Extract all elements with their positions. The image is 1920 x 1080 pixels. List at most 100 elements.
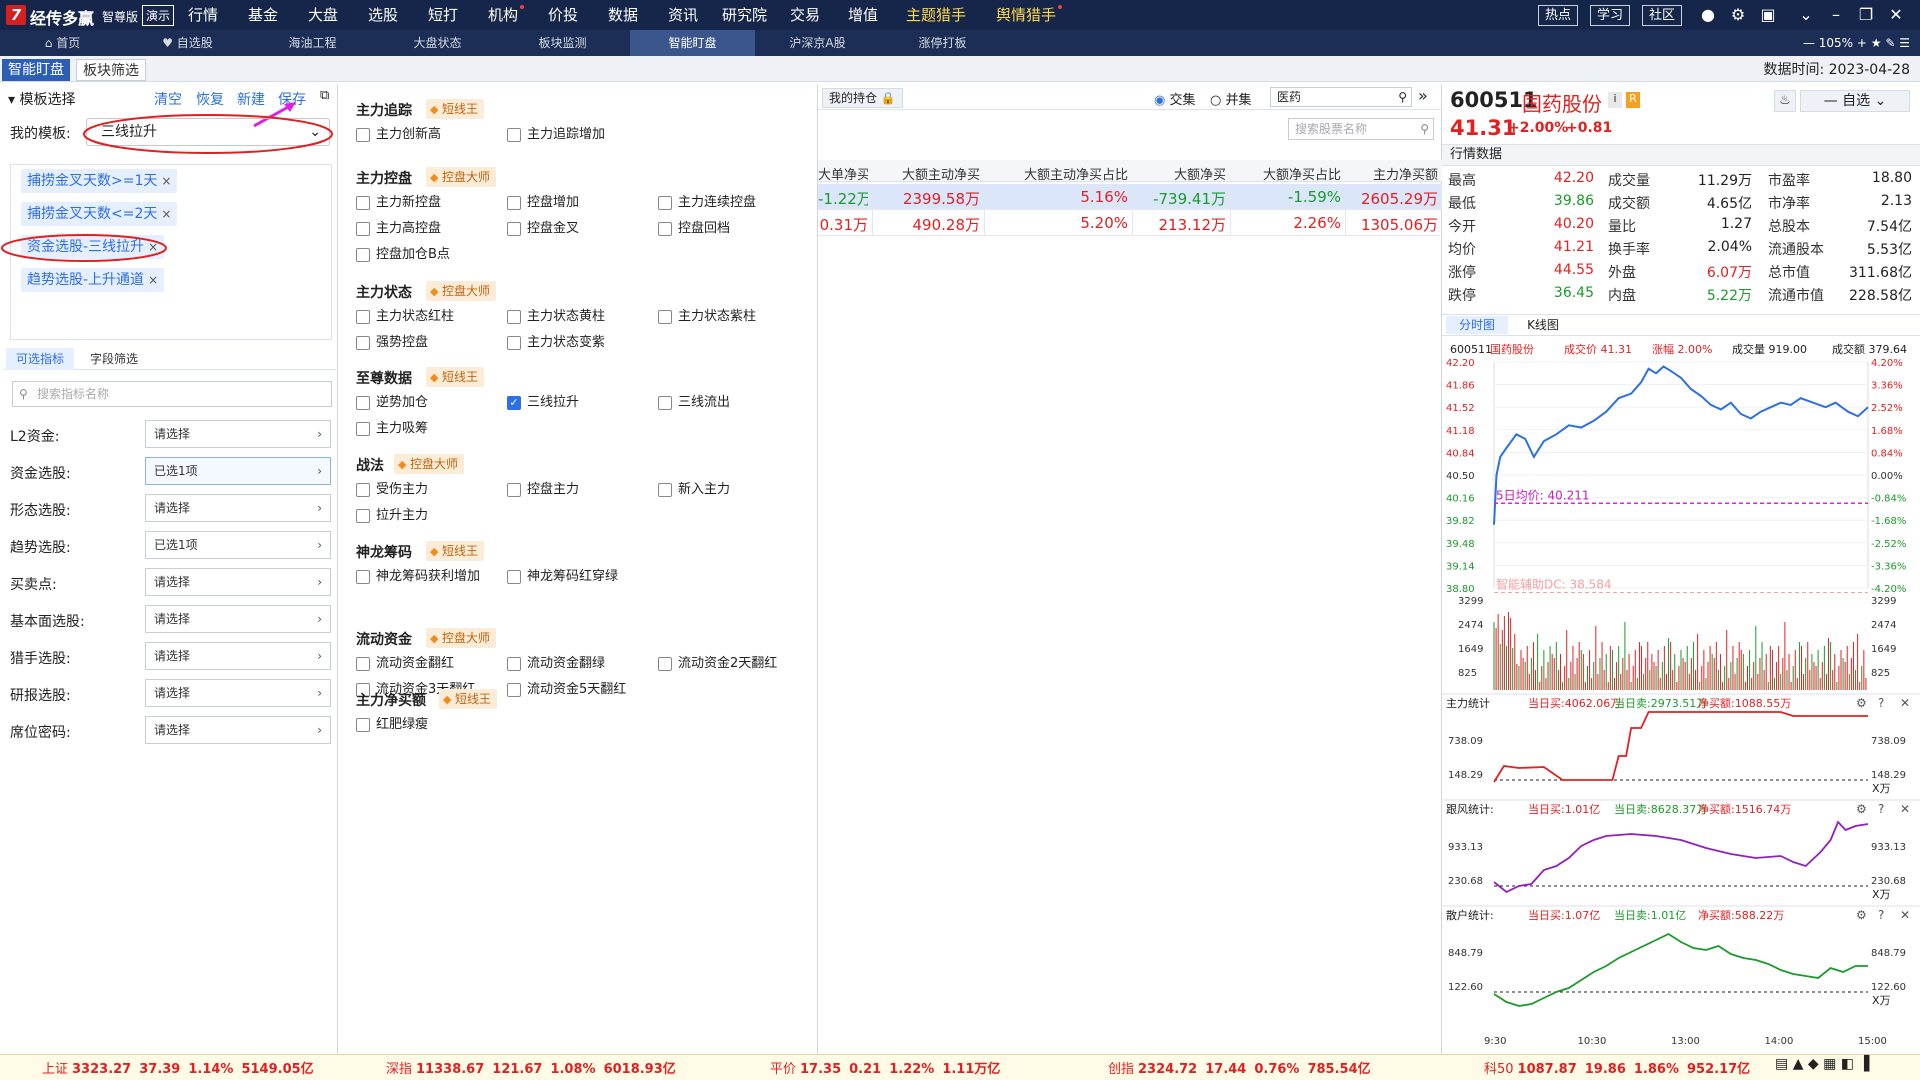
table-column-header[interactable]: 大额主动净买占比 — [992, 164, 1128, 183]
indicator-checkbox[interactable]: 主力连续控盘 — [658, 194, 756, 212]
table-column-header[interactable]: 主力净买额 — [1350, 164, 1438, 183]
menu-research[interactable]: 研究院 — [722, 0, 767, 30]
indicator-checkbox[interactable]: 主力状态黄柱 — [507, 308, 605, 326]
clear-button[interactable]: 清空 — [154, 89, 182, 109]
indicator-checkbox[interactable]: 主力状态变紫 — [507, 334, 605, 352]
radio-and[interactable]: ◉ 交集 — [1154, 89, 1196, 108]
tab-indicators[interactable]: 可选指标 — [6, 348, 75, 370]
menu-value[interactable]: 价投 — [548, 0, 578, 30]
restore-button[interactable]: 恢复 — [196, 89, 224, 109]
menu-fund[interactable]: 基金 — [248, 0, 278, 30]
menu-addon[interactable]: 增值 — [848, 0, 878, 30]
my-holdings-button[interactable]: 我的持仓 🔒 — [822, 88, 903, 108]
demo-badge[interactable]: 演示 — [142, 5, 175, 26]
chevron-down-icon[interactable]: ⌄ — [1794, 3, 1818, 27]
minimize-icon[interactable]: – — [1824, 3, 1848, 27]
menu-short[interactable]: 短打 — [428, 0, 458, 30]
filter-select[interactable]: 请选择 › — [145, 605, 331, 633]
indicator-checkbox[interactable]: 流动资金翻红 — [356, 655, 454, 673]
close-icon[interactable]: × — [161, 207, 171, 221]
indicator-checkbox[interactable]: 控盘金叉 — [507, 220, 579, 238]
bell-icon[interactable]: ♨ — [1774, 90, 1796, 112]
tag-item[interactable]: 捕捞金叉天数>=1天 × — [21, 169, 178, 193]
indicator-checkbox[interactable]: 主力创新高 — [356, 126, 441, 144]
menu-news[interactable]: 资讯 — [668, 0, 698, 30]
sector-input[interactable]: 医药 ⚲ — [1270, 87, 1412, 107]
menu-theme-hunter[interactable]: 主题猎手 — [906, 0, 966, 30]
indicator-checkbox[interactable]: 三线流出 — [658, 394, 730, 412]
layout-icon[interactable]: ▣ — [1756, 3, 1780, 27]
user-icon[interactable]: ● — [1696, 3, 1720, 27]
indicator-checkbox[interactable]: 拉升主力 — [356, 507, 428, 525]
indicator-checkbox[interactable]: 主力新控盘 — [356, 194, 441, 212]
star-icon[interactable]: ★ — [1871, 36, 1882, 50]
close-icon[interactable]: × — [161, 174, 171, 188]
ticker-item[interactable]: 平价 17.35 0.21 1.22% 1.11万亿 — [770, 1058, 1000, 1077]
indicator-checkbox[interactable]: 主力吸筹 — [356, 420, 428, 438]
study-button[interactable]: 学习 — [1590, 5, 1631, 26]
info-icon[interactable]: i — [1608, 92, 1622, 108]
tab-sector-filter[interactable]: 板块筛选 — [76, 59, 146, 81]
hot-button[interactable]: 热点 — [1538, 5, 1579, 26]
filter-select[interactable]: 请选择 › — [145, 716, 331, 744]
tab-stock-1[interactable]: 海油工程 — [250, 30, 375, 56]
indicator-checkbox[interactable]: 主力高控盘 — [356, 220, 441, 238]
indicator-checkbox[interactable]: 红肥绿瘦 — [356, 716, 428, 734]
close-icon[interactable]: × — [148, 273, 158, 287]
tab-sector-monitor[interactable]: 板块监测 — [500, 30, 625, 56]
indicator-checkbox[interactable]: 控盘回档 — [658, 220, 730, 238]
list-icon[interactable]: ☰ — [1899, 36, 1910, 50]
indicator-checkbox[interactable]: 神龙筹码红穿绿 — [507, 568, 618, 586]
indicator-checkbox[interactable]: 流动资金2天翻红 — [658, 655, 777, 673]
indicator-checkbox[interactable]: 流动资金5天翻红 — [507, 681, 626, 699]
bars-icon[interactable]: ▐ — [1859, 1056, 1870, 1072]
tab-kline[interactable]: K线图 — [1512, 316, 1574, 334]
indicator-checkbox[interactable]: 主力状态紫柱 — [658, 308, 756, 326]
menu-inst[interactable]: 机构 — [488, 0, 525, 30]
table-column-header[interactable]: 大单净买 — [818, 164, 868, 183]
restore-icon[interactable]: ❐ — [1854, 3, 1878, 27]
indicator-checkbox[interactable]: 强势控盘 — [356, 334, 428, 352]
tag-item[interactable]: 趋势选股-上升通道 × — [21, 268, 165, 292]
tab-self-stock[interactable]: ♥ 自选股 — [125, 30, 250, 56]
menu-select[interactable]: 选股 — [368, 0, 398, 30]
table-column-header[interactable]: 大额主动净买 — [880, 164, 980, 183]
indicator-checkbox[interactable]: 主力状态红柱 — [356, 308, 454, 326]
community-button[interactable]: 社区 — [1642, 5, 1683, 26]
indicator-checkbox[interactable]: 新入主力 — [658, 481, 730, 499]
ticker-item[interactable]: 科50 1087.87 19.86 1.86% 952.17亿 — [1484, 1058, 1750, 1077]
tab-smart-watch[interactable]: 智能盯盘 — [630, 30, 755, 56]
calendar-icon[interactable]: ▤ — [1775, 1056, 1788, 1072]
plus-icon[interactable]: + — [1857, 36, 1871, 50]
export-icon[interactable]: ⧉ — [320, 88, 329, 103]
tab-timeshare[interactable]: 分时图 — [1446, 316, 1508, 334]
tab-limit-up[interactable]: 涨停打板 — [880, 30, 1005, 56]
tab-home[interactable]: ⌂ 首页 — [0, 30, 125, 56]
menu-data[interactable]: 数据 — [608, 0, 638, 30]
filter-select[interactable]: 请选择 › — [145, 679, 331, 707]
menu-hq[interactable]: 行情 — [188, 0, 218, 30]
tab-a-shares[interactable]: 沪深京A股 — [755, 30, 880, 56]
radio-or[interactable]: ○ 并集 — [1210, 89, 1252, 108]
table-column-header[interactable]: 大额净买占比 — [1238, 164, 1341, 183]
double-chevron-right-icon[interactable]: » — [1418, 86, 1428, 105]
indicator-checkbox[interactable]: 神龙筹码获利增加 — [356, 568, 480, 586]
pen-icon[interactable]: ✎ — [1885, 36, 1899, 50]
up-icon[interactable]: ▲ — [1793, 1056, 1804, 1072]
ticker-item[interactable]: 创指 2324.72 17.44 0.76% 785.54亿 — [1108, 1058, 1371, 1077]
tag-item[interactable]: 捕捞金叉天数<=2天 × — [21, 202, 178, 226]
stock-search-input[interactable]: 搜索股票名称 ⚲ — [1288, 118, 1434, 140]
filter-select[interactable]: 已选1项 › — [145, 457, 331, 485]
table-column-header[interactable]: 大额净买 — [1140, 164, 1226, 183]
ticker-item[interactable]: 深指 11338.67 121.67 1.08% 6018.93亿 — [386, 1058, 676, 1077]
filter-select[interactable]: 已选1项 › — [145, 531, 331, 559]
indicator-checkbox[interactable]: 控盘主力 — [507, 481, 579, 499]
timeshare-chart[interactable]: 600511国药股份 成交价 41.31 涨幅 2.00% 成交量 919.00 成交额… — [1442, 338, 1920, 1050]
indicator-checkbox[interactable]: 控盘加仓B点 — [356, 246, 450, 264]
indicator-checkbox[interactable]: 流动资金翻绿 — [507, 655, 605, 673]
chart-icon[interactable]: ◧ — [1841, 1056, 1854, 1072]
indicator-checkbox[interactable]: 逆势加仓 — [356, 394, 428, 412]
menu-market[interactable]: 大盘 — [308, 0, 338, 30]
indicator-search-input[interactable]: ⚲ 搜索指标名称 — [12, 381, 332, 407]
filter-select[interactable]: 请选择 › — [145, 494, 331, 522]
